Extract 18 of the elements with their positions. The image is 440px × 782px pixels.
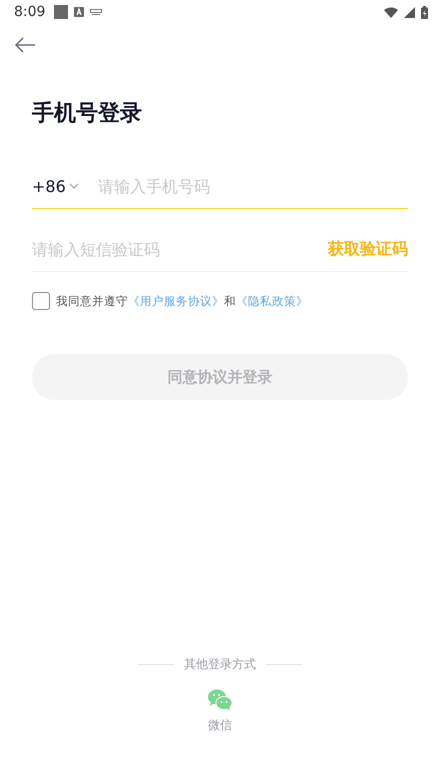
battery-icon bbox=[421, 6, 428, 18]
agreement-checkbox[interactable] bbox=[32, 292, 50, 310]
keyboard-icon bbox=[90, 9, 102, 15]
chat-bubbles-icon[interactable] bbox=[208, 689, 232, 711]
terms-link[interactable]: 《用户服务协议》 bbox=[128, 294, 224, 308]
privacy-link[interactable]: 《隐私政策》 bbox=[236, 294, 308, 308]
country-code-selector[interactable]: +86 bbox=[32, 176, 98, 196]
wifi-icon bbox=[384, 6, 398, 18]
chevron-down-icon bbox=[68, 183, 79, 189]
back-icon[interactable] bbox=[14, 37, 36, 53]
other-login-heading: 其他登录方式 bbox=[184, 656, 256, 673]
app-icon bbox=[74, 7, 84, 17]
wechat-label: 微信 bbox=[208, 717, 232, 734]
status-time: 8:09 bbox=[14, 4, 46, 20]
get-code-link[interactable]: 获取验证码 bbox=[328, 238, 408, 260]
agreement-text: 我同意并遵守《用户服务协议》和《隐私政策》 bbox=[56, 294, 308, 308]
signal-icon bbox=[404, 6, 415, 18]
page-title: 手机号登录 bbox=[32, 100, 143, 128]
